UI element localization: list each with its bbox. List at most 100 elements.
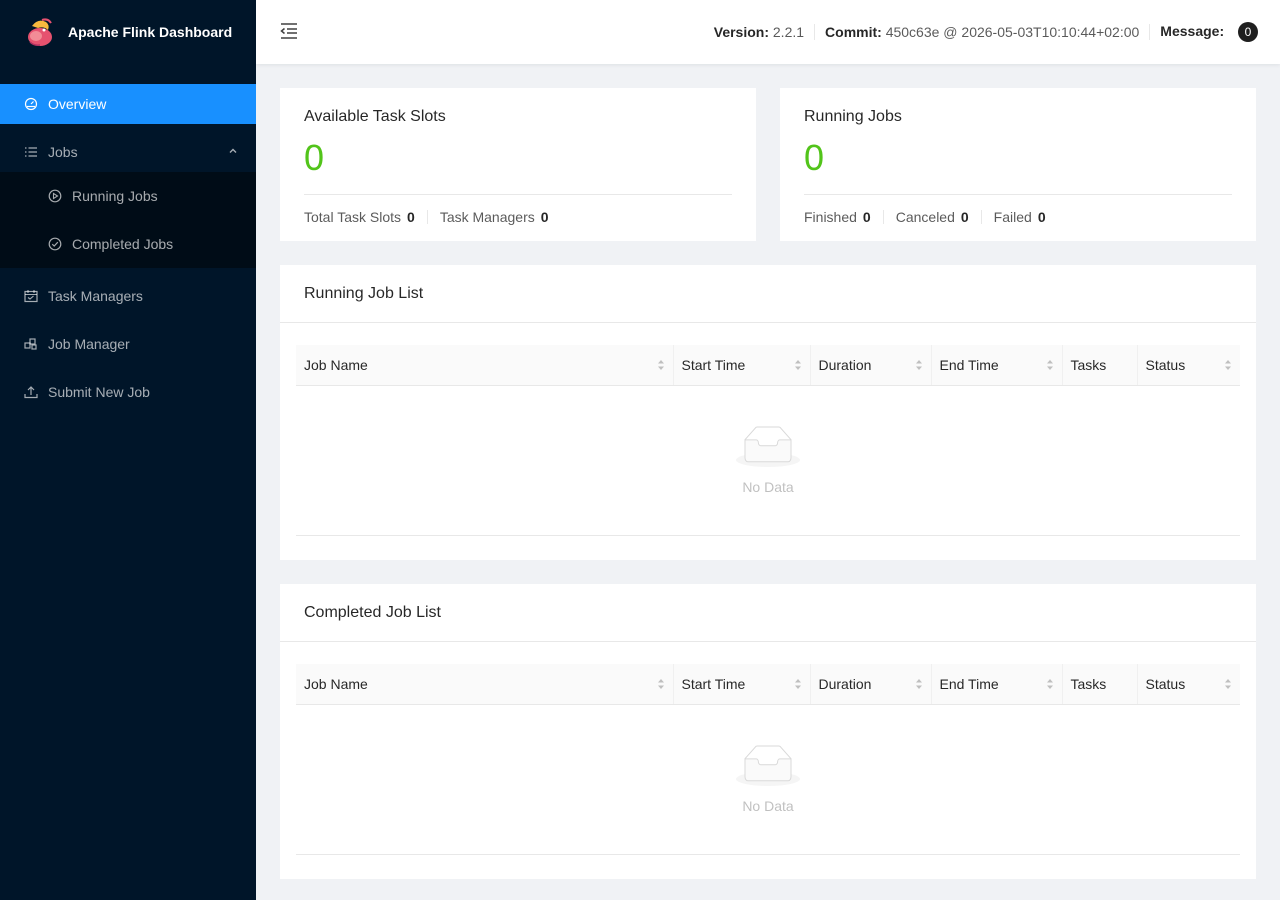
failed-label: Failed bbox=[993, 209, 1032, 225]
col-tasks: Tasks bbox=[1061, 664, 1137, 705]
sort-icon[interactable] bbox=[1046, 358, 1054, 372]
col-label: Tasks bbox=[1070, 356, 1107, 373]
sort-icon[interactable] bbox=[794, 677, 802, 691]
header-info: Version: 2.2.1 Commit: 450c63e @ 2026-05… bbox=[704, 0, 1268, 64]
sort-icon[interactable] bbox=[794, 358, 802, 372]
running-jobs-footer: Finished 0 Canceled 0 Failed 0 bbox=[804, 210, 1232, 224]
sort-icon[interactable] bbox=[1224, 358, 1232, 372]
col-label: Status bbox=[1145, 356, 1186, 373]
dashboard-icon bbox=[24, 97, 38, 111]
card-divider bbox=[804, 194, 1232, 195]
upload-icon bbox=[24, 385, 38, 399]
col-job-name[interactable]: Job Name bbox=[296, 345, 673, 386]
message-info[interactable]: Message: 0 bbox=[1150, 22, 1268, 42]
empty-inbox-icon bbox=[736, 426, 800, 467]
empty-inbox-icon bbox=[736, 745, 800, 786]
list-icon bbox=[24, 145, 38, 159]
sort-icon[interactable] bbox=[915, 358, 923, 372]
running-job-list-body: Job Name Start Time Duration End Time Ta… bbox=[280, 323, 1256, 560]
sidebar-item-label: Job Manager bbox=[48, 336, 130, 352]
empty-state: No Data bbox=[296, 705, 1240, 855]
sidebar-item-label: Jobs bbox=[48, 144, 78, 160]
col-job-name[interactable]: Job Name bbox=[296, 664, 673, 705]
commit-value: 450c63e @ 2026-05-03T10:10:44+02:00 bbox=[885, 24, 1140, 40]
col-label: Duration bbox=[818, 675, 872, 692]
commit-info: Commit: 450c63e @ 2026-05-03T10:10:44+02… bbox=[815, 24, 1151, 40]
brand-title: Apache Flink Dashboard bbox=[68, 24, 233, 40]
sidebar-item-completed-jobs[interactable]: Completed Jobs bbox=[0, 220, 256, 268]
no-data-text: No Data bbox=[742, 797, 794, 814]
running-jobs-value: 0 bbox=[804, 137, 825, 178]
total-task-slots-value: 0 bbox=[407, 209, 415, 225]
completed-job-list-card: Completed Job List Job Name Start Time D… bbox=[280, 584, 1256, 879]
version-info: Version: 2.2.1 bbox=[704, 24, 816, 40]
sidebar-menu: Overview Jobs Running Jobs Completed Job… bbox=[0, 84, 256, 412]
completed-job-list-title: Completed Job List bbox=[280, 584, 1256, 642]
col-duration[interactable]: Duration bbox=[809, 664, 931, 705]
col-end-time[interactable]: End Time bbox=[930, 664, 1062, 705]
schedule-icon bbox=[24, 289, 38, 303]
sort-icon[interactable] bbox=[1224, 677, 1232, 691]
task-slots-value: 0 bbox=[304, 137, 325, 178]
cluster-icon bbox=[24, 337, 38, 351]
col-start-time[interactable]: Start Time bbox=[672, 345, 810, 386]
sort-icon[interactable] bbox=[657, 677, 665, 691]
col-tasks: Tasks bbox=[1061, 345, 1137, 386]
finished-label: Finished bbox=[804, 209, 857, 225]
chevron-up-icon bbox=[229, 148, 237, 153]
task-managers-label: Task Managers bbox=[439, 209, 535, 225]
finished-value: 0 bbox=[862, 209, 871, 225]
sort-icon[interactable] bbox=[915, 677, 923, 691]
jobs-submenu: Running Jobs Completed Jobs bbox=[0, 172, 256, 268]
failed-count: Failed 0 bbox=[994, 210, 1058, 224]
commit-label: Commit: bbox=[825, 24, 882, 40]
sidebar-item-submit-new-job[interactable]: Submit New Job bbox=[0, 372, 256, 412]
col-status[interactable]: Status bbox=[1136, 664, 1240, 705]
sidebar-item-label: Running Jobs bbox=[72, 188, 158, 204]
sort-icon[interactable] bbox=[657, 358, 665, 372]
total-task-slots-label: Total Task Slots bbox=[304, 209, 402, 225]
sidebar-item-task-managers[interactable]: Task Managers bbox=[0, 276, 256, 316]
sidebar-item-label: Overview bbox=[48, 96, 107, 112]
task-slots-title: Available Task Slots bbox=[304, 108, 446, 125]
running-job-table: Job Name Start Time Duration End Time Ta… bbox=[296, 345, 1240, 386]
task-slots-card: Available Task Slots 0 Total Task Slots 0… bbox=[280, 88, 756, 241]
col-start-time[interactable]: Start Time bbox=[672, 664, 810, 705]
col-status[interactable]: Status bbox=[1136, 345, 1240, 386]
sort-icon[interactable] bbox=[1046, 677, 1054, 691]
card-divider bbox=[304, 194, 732, 195]
play-circle-icon bbox=[48, 189, 62, 203]
sidebar-item-jobs[interactable]: Jobs bbox=[0, 132, 256, 172]
col-label: Tasks bbox=[1070, 675, 1107, 692]
sidebar-item-job-manager[interactable]: Job Manager bbox=[0, 324, 256, 364]
col-label: Start Time bbox=[681, 356, 746, 373]
no-data-text: No Data bbox=[742, 478, 794, 495]
running-jobs-card: Running Jobs 0 Finished 0 Canceled 0 Faile… bbox=[780, 88, 1256, 241]
col-label: Duration bbox=[818, 356, 872, 373]
canceled-label: Canceled bbox=[895, 209, 955, 225]
message-count-badge[interactable]: 0 bbox=[1238, 22, 1258, 42]
version-label: Version: bbox=[713, 24, 769, 40]
running-job-list-card: Running Job List Job Name Start Time Dur… bbox=[280, 265, 1256, 560]
task-managers-value: 0 bbox=[540, 209, 549, 225]
menu-fold-icon[interactable] bbox=[280, 22, 298, 40]
col-end-time[interactable]: End Time bbox=[930, 345, 1062, 386]
col-duration[interactable]: Duration bbox=[809, 345, 931, 386]
failed-value: 0 bbox=[1037, 209, 1046, 225]
completed-job-table: Job Name Start Time Duration End Time Ta… bbox=[296, 664, 1240, 705]
table-header-row: Job Name Start Time Duration End Time Ta… bbox=[296, 345, 1240, 386]
flink-logo-icon bbox=[28, 18, 52, 46]
col-label: Job Name bbox=[304, 356, 368, 373]
brand[interactable]: Apache Flink Dashboard bbox=[0, 0, 256, 64]
table-header-row: Job Name Start Time Duration End Time Ta… bbox=[296, 664, 1240, 705]
top-header: Version: 2.2.1 Commit: 450c63e @ 2026-05… bbox=[256, 0, 1280, 64]
sidebar-item-running-jobs[interactable]: Running Jobs bbox=[0, 172, 256, 220]
sidebar-item-overview[interactable]: Overview bbox=[0, 84, 256, 124]
message-label: Message: bbox=[1160, 23, 1225, 39]
completed-job-list-body: Job Name Start Time Duration End Time Ta… bbox=[280, 642, 1256, 879]
running-jobs-title: Running Jobs bbox=[804, 108, 902, 125]
col-label: Start Time bbox=[681, 675, 746, 692]
sidebar-item-label: Task Managers bbox=[48, 288, 143, 304]
canceled-count: Canceled 0 bbox=[896, 210, 982, 224]
check-circle-icon bbox=[48, 237, 62, 251]
